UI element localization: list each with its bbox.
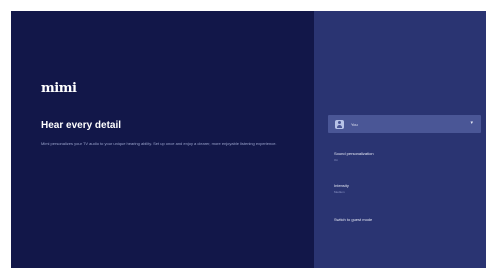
setting-value: Medium (334, 190, 345, 194)
user-avatar-icon (335, 119, 344, 129)
intensity-setting[interactable]: Intensity Medium (334, 183, 349, 194)
page-description: Mimi personalizes your TV audio to your … (41, 141, 277, 146)
sound-personalization-setting[interactable]: Sound personalization On (334, 151, 374, 162)
guest-mode-button[interactable]: Switch to guest mode (334, 217, 372, 222)
profile-selector[interactable]: You ▾ (328, 115, 481, 133)
setting-title: Intensity (334, 183, 349, 188)
setting-title: Sound personalization (334, 151, 374, 156)
page-title: Hear every detail (41, 120, 122, 131)
intro-panel: mimi Hear every detail Mimi personalizes… (11, 11, 314, 268)
chevron-down-icon: ▾ (470, 120, 473, 126)
guest-mode-label: Switch to guest mode (334, 217, 373, 222)
profile-name: You (351, 121, 358, 127)
settings-panel: You ▾ Sound personalization On Intensity… (314, 11, 486, 268)
setting-value: On (334, 158, 339, 162)
mimi-logo: mimi (41, 81, 77, 96)
mimi-settings-screen: mimi Hear every detail Mimi personalizes… (11, 11, 486, 268)
